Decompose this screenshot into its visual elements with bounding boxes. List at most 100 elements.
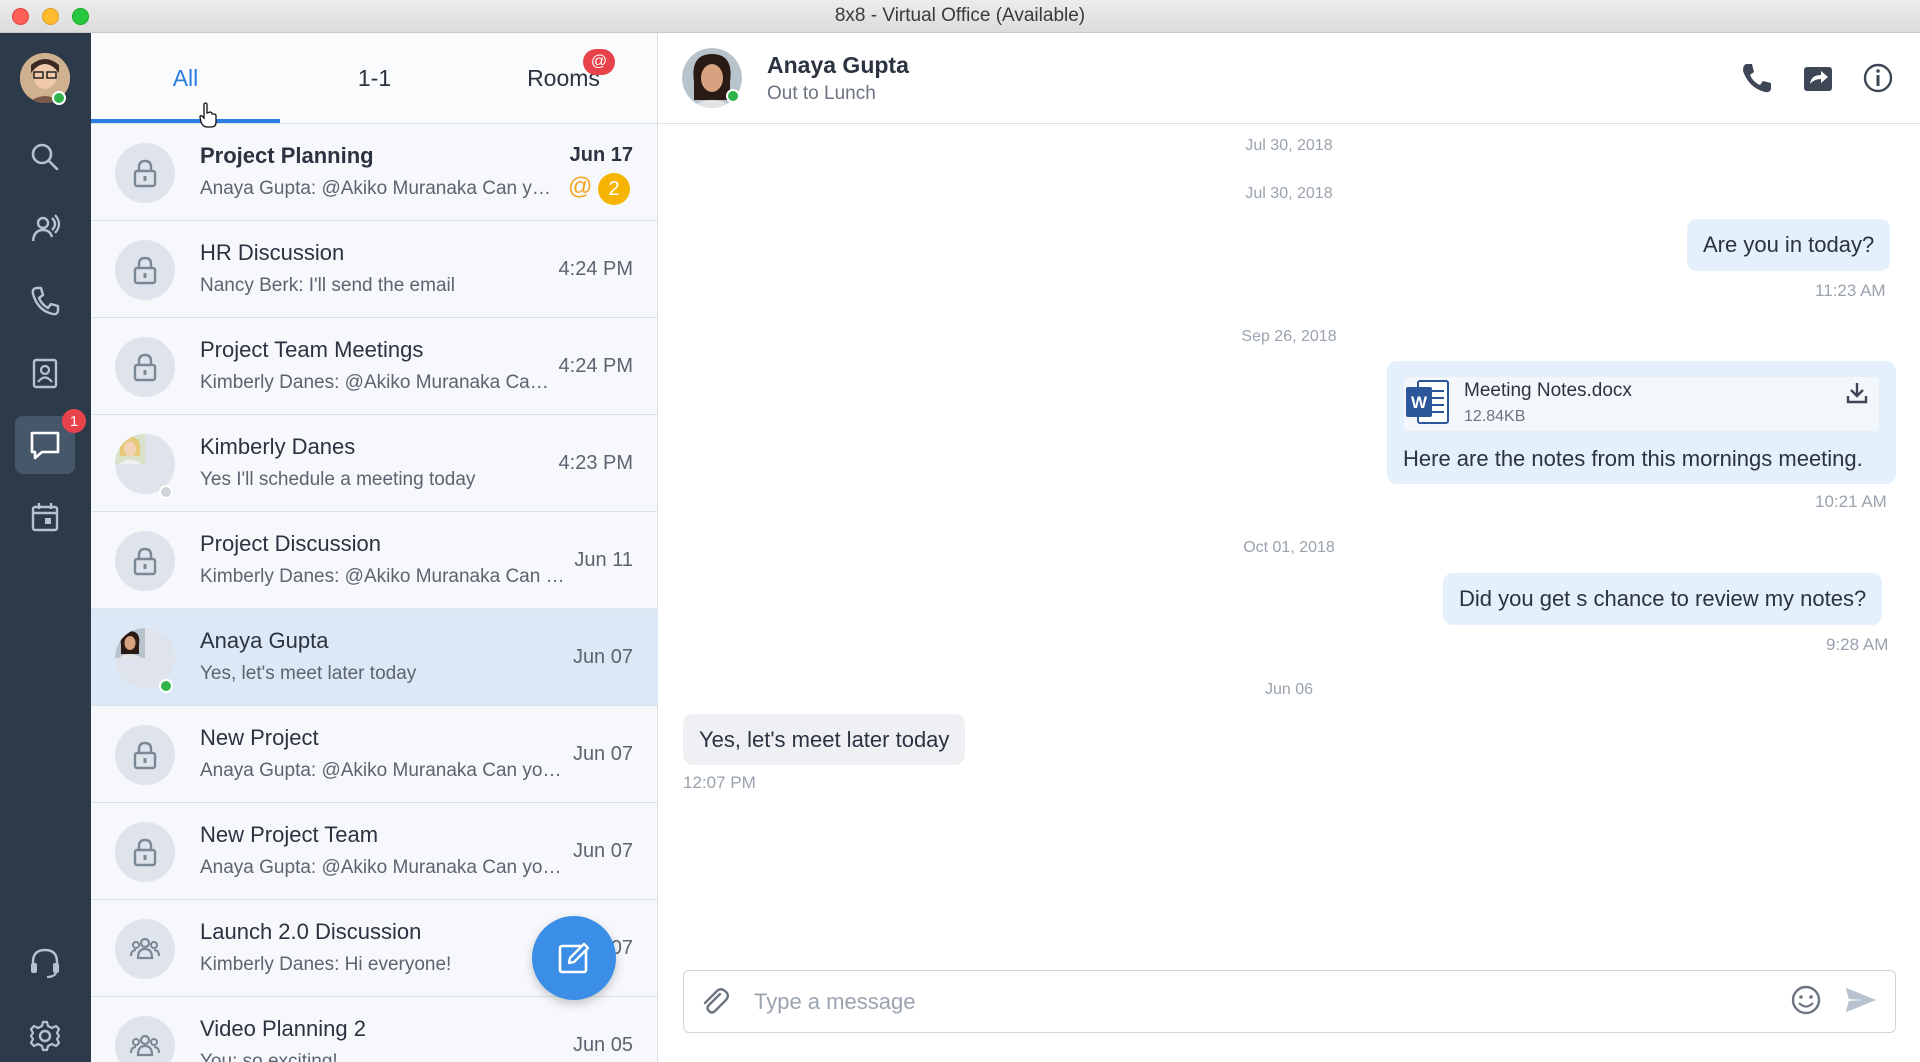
chat-icon xyxy=(30,431,60,460)
message-input[interactable] xyxy=(754,985,1754,1019)
room-avatar xyxy=(115,822,175,882)
tab-rooms[interactable]: Rooms xyxy=(469,33,657,124)
date-separator: Jul 30, 2018 xyxy=(1245,137,1333,154)
close-window-button[interactable] xyxy=(12,8,29,25)
conversation-preview: Anaya Gupta: @Akiko Muranaka Can you ple… xyxy=(200,178,560,199)
conversation-item[interactable]: Video Planning 2 You: so exciting! Jun 0… xyxy=(91,997,657,1062)
rooms-mention-badge: @ xyxy=(583,49,615,75)
incoming-message: Yes, let's meet later today xyxy=(683,714,966,765)
chat-unread-badge: 1 xyxy=(62,409,86,433)
lock-icon xyxy=(133,353,157,382)
online-presence-indicator xyxy=(159,679,173,693)
minimize-window-button[interactable] xyxy=(42,8,59,25)
conversation-preview: Yes, let's meet later today xyxy=(200,663,417,684)
message-time: 10:21 AM xyxy=(1815,492,1887,511)
tab-1-1[interactable]: 1-1 xyxy=(280,33,469,124)
call-button[interactable] xyxy=(1738,59,1776,97)
conversation-preview: Anaya Gupta: @Akiko Muranaka Can you ple… xyxy=(200,760,566,781)
my-presence-indicator xyxy=(52,91,66,105)
group-avatar xyxy=(115,1016,175,1062)
rail-team-button[interactable] xyxy=(15,200,75,258)
conversation-time: Jun 11 xyxy=(574,549,633,571)
new-conversation-button[interactable] xyxy=(532,916,616,1000)
lock-icon xyxy=(133,256,157,285)
online-presence-indicator xyxy=(726,89,740,103)
file-name: Meeting Notes.docx xyxy=(1464,380,1632,401)
conversation-preview: Yes I'll schedule a meeting today xyxy=(200,469,476,490)
conversation-item[interactable]: New Project Team Anaya Gupta: @Akiko Mur… xyxy=(91,803,657,900)
chat-contact-name: Anaya Gupta xyxy=(767,52,909,78)
rail-support-button[interactable] xyxy=(15,934,75,992)
conversation-item[interactable]: Project Team Meetings Kimberly Danes: @A… xyxy=(91,318,657,415)
conversation-item[interactable]: Project Planning Anaya Gupta: @Akiko Mur… xyxy=(91,124,657,221)
mouse-pointer-icon xyxy=(199,102,217,128)
attach-button[interactable] xyxy=(698,985,732,1019)
conversation-list-panel: All 1-1 Rooms @ Project Planning Anaya G… xyxy=(91,33,658,1062)
lock-icon xyxy=(133,741,157,770)
room-avatar xyxy=(115,531,175,591)
message-text: Are you in today? xyxy=(1703,232,1875,257)
conversation-preview: Kimberly Danes: Hi everyone! xyxy=(200,954,452,975)
send-icon xyxy=(1845,987,1877,1013)
tab-all[interactable]: All xyxy=(91,33,280,124)
conversation-item-selected[interactable]: Anaya Gupta Yes, let's meet later today … xyxy=(91,609,657,706)
chat-contact-status: Out to Lunch xyxy=(767,83,876,104)
room-avatar xyxy=(115,725,175,785)
emoji-button[interactable] xyxy=(1789,983,1823,1017)
rail-contacts-button[interactable] xyxy=(15,344,75,402)
conversation-name: HR Discussion xyxy=(200,240,345,265)
phone-icon xyxy=(31,286,60,316)
compose-icon xyxy=(558,942,590,974)
message-time: 9:28 AM xyxy=(1826,635,1889,654)
conversation-time: 4:24 PM xyxy=(558,355,633,377)
svg-text:W: W xyxy=(1411,393,1428,412)
offline-presence-indicator xyxy=(159,485,173,499)
headset-icon xyxy=(31,948,59,979)
search-icon xyxy=(31,143,59,171)
conversation-item[interactable]: Project Discussion Kimberly Danes: @Akik… xyxy=(91,512,657,609)
conversation-item[interactable]: HR Discussion Nancy Berk: I'll send the … xyxy=(91,221,657,318)
room-avatar xyxy=(115,337,175,397)
title-bar: 8x8 - Virtual Office (Available) xyxy=(0,0,1920,33)
outgoing-message: Did you get s chance to review my notes? xyxy=(1443,573,1883,625)
info-button[interactable] xyxy=(1859,59,1897,97)
download-button[interactable] xyxy=(1844,380,1870,406)
team-icon xyxy=(31,214,61,242)
conversation-preview: You: so exciting! xyxy=(200,1051,338,1062)
conversation-time: Jun 07 xyxy=(572,840,633,862)
paperclip-icon xyxy=(703,988,729,1014)
send-button[interactable] xyxy=(1844,983,1878,1017)
share-button[interactable] xyxy=(1799,59,1837,97)
conversation-time: Jun 05 xyxy=(572,1034,633,1056)
conversation-item[interactable]: New Project Anaya Gupta: @Akiko Muranaka… xyxy=(91,706,657,803)
conversation-item[interactable]: Kimberly Danes Yes I'll schedule a meeti… xyxy=(91,415,657,512)
rail-phone-button[interactable] xyxy=(15,272,75,330)
zoom-window-button[interactable] xyxy=(72,8,89,25)
rail-calendar-button[interactable] xyxy=(15,488,75,546)
rail-search-button[interactable] xyxy=(15,128,75,186)
rail-chat-button[interactable]: 1 xyxy=(15,409,86,474)
tab-all-label: All xyxy=(172,65,199,91)
date-separator: Sep 26, 2018 xyxy=(1241,328,1337,345)
conversation-time: Jun 07 xyxy=(572,743,633,765)
message-text: Here are the notes from this mornings me… xyxy=(1403,446,1863,471)
tab-1-1-label: 1-1 xyxy=(357,65,392,91)
conversation-name: Project Discussion xyxy=(200,531,381,556)
lock-icon xyxy=(133,159,157,188)
message-text: Yes, let's meet later today xyxy=(699,726,950,752)
conversation-preview: Kimberly Danes: @Akiko Muranaka Can you.… xyxy=(200,566,566,587)
group-icon xyxy=(130,937,160,960)
group-icon xyxy=(130,1034,160,1057)
mention-icon: @ xyxy=(568,173,593,200)
share-icon xyxy=(1804,67,1832,91)
rail-settings-button[interactable] xyxy=(15,1007,75,1062)
conversation-name: Project Team Meetings xyxy=(200,337,424,362)
conversation-preview: Nancy Berk: I'll send the email xyxy=(200,275,455,296)
info-icon xyxy=(1863,63,1893,93)
unread-count-badge: 2 xyxy=(598,173,630,205)
navigation-rail: 1 xyxy=(0,33,91,1062)
gear-icon xyxy=(29,1020,61,1052)
conversation-name: Anaya Gupta xyxy=(200,628,329,653)
message-time: 11:23 AM xyxy=(1815,281,1886,300)
window-title: 8x8 - Virtual Office (Available) xyxy=(834,5,1086,26)
